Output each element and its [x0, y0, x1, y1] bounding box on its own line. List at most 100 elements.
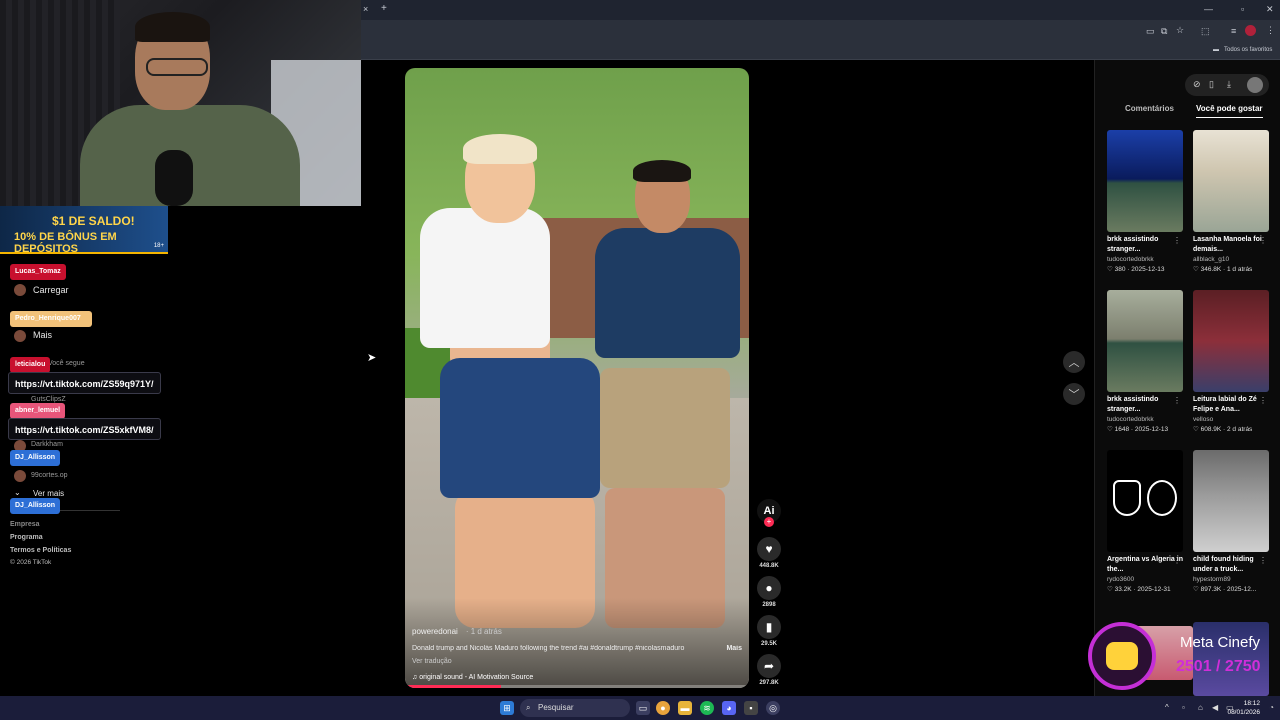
windows-start-icon[interactable]: ⊞ — [500, 701, 514, 715]
video-sound[interactable]: ♫ original sound - AI Motivation Source — [412, 674, 533, 681]
following-user-1[interactable]: GutsClipsZ — [31, 396, 66, 403]
task-view-icon[interactable]: ▭ — [636, 701, 650, 715]
video-thumbnail[interactable] — [1193, 290, 1269, 392]
spotify-icon[interactable]: ≋ — [700, 701, 714, 715]
card-menu-icon[interactable]: ⋮ — [1259, 556, 1267, 565]
card-title[interactable]: brkk assistindo stranger... — [1107, 395, 1183, 415]
avatar[interactable] — [1247, 77, 1263, 93]
window-close-icon[interactable]: ✕ — [1266, 4, 1274, 15]
comment-icon[interactable]: ● — [757, 576, 781, 600]
tab-comments[interactable]: Comentários — [1125, 104, 1174, 113]
browser-toolbar: ▭ ⧉ ☆ ⬚ ≡ ⋮ — [361, 20, 1280, 42]
close-tab-icon[interactable]: × — [363, 5, 368, 14]
mouse-cursor-icon: ➤ — [367, 352, 377, 364]
discord-icon[interactable]: ◕ — [722, 701, 736, 715]
video-progress-bar[interactable] — [405, 685, 749, 688]
following-user-3[interactable]: 99cortes.op — [31, 472, 68, 479]
follow-plus-icon[interactable]: + — [764, 517, 774, 527]
card-author[interactable]: hypestorm89 — [1193, 576, 1269, 583]
obs-icon[interactable]: ◎ — [766, 701, 780, 715]
card-author[interactable]: rydo3600 — [1107, 576, 1183, 583]
video-thumbnail[interactable] — [1107, 290, 1183, 392]
footer-link-empresa[interactable]: Empresa — [10, 521, 40, 528]
right-panel: ⊘ ▯ ⤓ Comentários Você pode gostar brkk … — [1094, 60, 1280, 700]
chrome-icon[interactable]: ● — [656, 701, 670, 715]
footer-link-termos[interactable]: Termos e Políticas — [10, 547, 71, 554]
suggested-video-card[interactable]: Lasanha Manoela foi demais... allblack_g… — [1193, 130, 1269, 273]
like-heart-icon[interactable]: ♥ — [757, 537, 781, 561]
card-title[interactable]: Leitura labial do Zé Felipe e Ana... — [1193, 395, 1269, 415]
suggested-video-card[interactable]: child found hiding under a truck... hype… — [1193, 450, 1269, 593]
volume-icon[interactable]: ◀ — [1212, 703, 1218, 712]
device-icon[interactable]: ▯ — [1209, 79, 1214, 90]
sound-name[interactable]: original sound - AI Motivation Source — [419, 674, 533, 681]
card-menu-icon[interactable]: ⋮ — [1173, 236, 1181, 245]
previous-video-chevron-up-icon[interactable]: ︿ — [1063, 351, 1085, 373]
share-arrow-icon[interactable]: ➦ — [757, 654, 781, 678]
argentina-crest-icon — [1113, 480, 1141, 516]
cast-icon[interactable]: ▭ — [1146, 27, 1155, 36]
following-user-2[interactable]: Darkkham — [31, 441, 63, 448]
kebab-menu-icon[interactable]: ⋮ — [1266, 26, 1275, 35]
tray-chevron-up-icon[interactable]: ^ — [1165, 703, 1169, 712]
tab-you-may-like[interactable]: Você pode gostar — [1196, 104, 1263, 118]
card-title[interactable]: brkk assistindo stranger... — [1107, 235, 1183, 255]
all-bookmarks-link[interactable]: Todos os favoritos — [1224, 47, 1272, 53]
chat-username: DJ_Allisson — [10, 450, 61, 466]
video-thumbnail[interactable] — [1107, 130, 1183, 232]
sidebar-item-mais[interactable]: Mais — [33, 330, 52, 340]
video-author[interactable]: poweredonai · 1 d atrás — [412, 627, 502, 636]
menu-lines-icon[interactable]: ≡ — [1231, 27, 1236, 36]
taskbar-clock[interactable]: 18:12 08/01/2026 — [1227, 699, 1260, 717]
card-menu-icon[interactable]: ⋮ — [1259, 396, 1267, 405]
profile-avatar[interactable] — [1245, 25, 1256, 36]
translate-link[interactable]: Ver tradução — [412, 658, 452, 665]
extensions-icon[interactable]: ⬚ — [1201, 27, 1210, 36]
video-thumbnail[interactable] — [1107, 450, 1183, 552]
card-title[interactable]: Argentina vs Algeria in the... — [1107, 555, 1183, 575]
video-date: · 1 d atrás — [465, 627, 502, 636]
video-username[interactable]: poweredonai — [412, 627, 458, 636]
suggested-video-card[interactable]: Leitura labial do Zé Felipe e Ana... vel… — [1193, 290, 1269, 433]
chevron-down-icon[interactable]: ⌄ — [14, 488, 21, 497]
maximize-icon[interactable]: ▫ — [1241, 4, 1244, 14]
card-author[interactable]: allblack_g10 — [1193, 256, 1269, 263]
file-explorer-icon[interactable]: ▬ — [678, 701, 692, 715]
more-link[interactable]: Mais — [726, 645, 742, 652]
notifications-icon[interactable]: ◔ — [1269, 703, 1274, 712]
translate-icon[interactable]: ⧉ — [1161, 27, 1167, 36]
following-heading: Você segue — [48, 360, 85, 367]
card-menu-icon[interactable]: ⋮ — [1259, 236, 1267, 245]
bookmark-icon[interactable]: ▮ — [757, 615, 781, 639]
tray-app-icon[interactable]: ▫ — [1182, 703, 1185, 712]
suggested-video-card[interactable]: brkk assistindo stranger... tudocortedob… — [1107, 130, 1183, 273]
chat-username: Pedro_Henrique007 — [10, 311, 92, 327]
card-author[interactable]: tudocortedobrkk — [1107, 256, 1183, 263]
settings-icon[interactable]: ⊘ — [1193, 79, 1201, 90]
next-video-chevron-down-icon[interactable]: ﹀ — [1063, 383, 1085, 405]
card-author[interactable]: velloso — [1193, 416, 1269, 423]
star-icon[interactable]: ☆ — [1176, 26, 1184, 35]
see-more-link[interactable]: Ver mais — [33, 489, 64, 498]
footer-link-programa[interactable]: Programa — [10, 534, 43, 541]
card-title[interactable]: Lasanha Manoela foi demais... — [1193, 235, 1269, 255]
new-tab-button[interactable]: + — [381, 4, 387, 14]
video-player[interactable]: poweredonai · 1 d atrás Donald trump and … — [405, 68, 749, 688]
sidebar-item-carregar[interactable]: Carregar — [33, 285, 69, 295]
taskbar-search[interactable]: ⌕ Pesquisar — [520, 699, 630, 717]
video-thumbnail[interactable] — [1193, 130, 1269, 232]
network-icon[interactable]: ⌂ — [1198, 703, 1203, 712]
suggested-video-card[interactable]: brkk assistindo stranger... tudocortedob… — [1107, 290, 1183, 433]
person-1-hair — [463, 134, 537, 164]
card-menu-icon[interactable]: ⋮ — [1173, 396, 1181, 405]
download-icon[interactable]: ⤓ — [1227, 79, 1231, 90]
video-thumbnail[interactable] — [1193, 450, 1269, 552]
minimize-icon[interactable]: — — [1204, 4, 1213, 14]
comment-count: 2898 — [762, 602, 776, 608]
card-author[interactable]: tudocortedobrkk — [1107, 416, 1183, 423]
card-title[interactable]: child found hiding under a truck... — [1193, 555, 1269, 575]
suggested-video-card[interactable]: Argentina vs Algeria in the... rydo3600 … — [1107, 450, 1183, 593]
card-menu-icon[interactable]: ⋮ — [1173, 556, 1181, 565]
app-icon[interactable]: ▪ — [744, 701, 758, 715]
promo-line-1: $1 DE SALDO! — [52, 214, 135, 228]
